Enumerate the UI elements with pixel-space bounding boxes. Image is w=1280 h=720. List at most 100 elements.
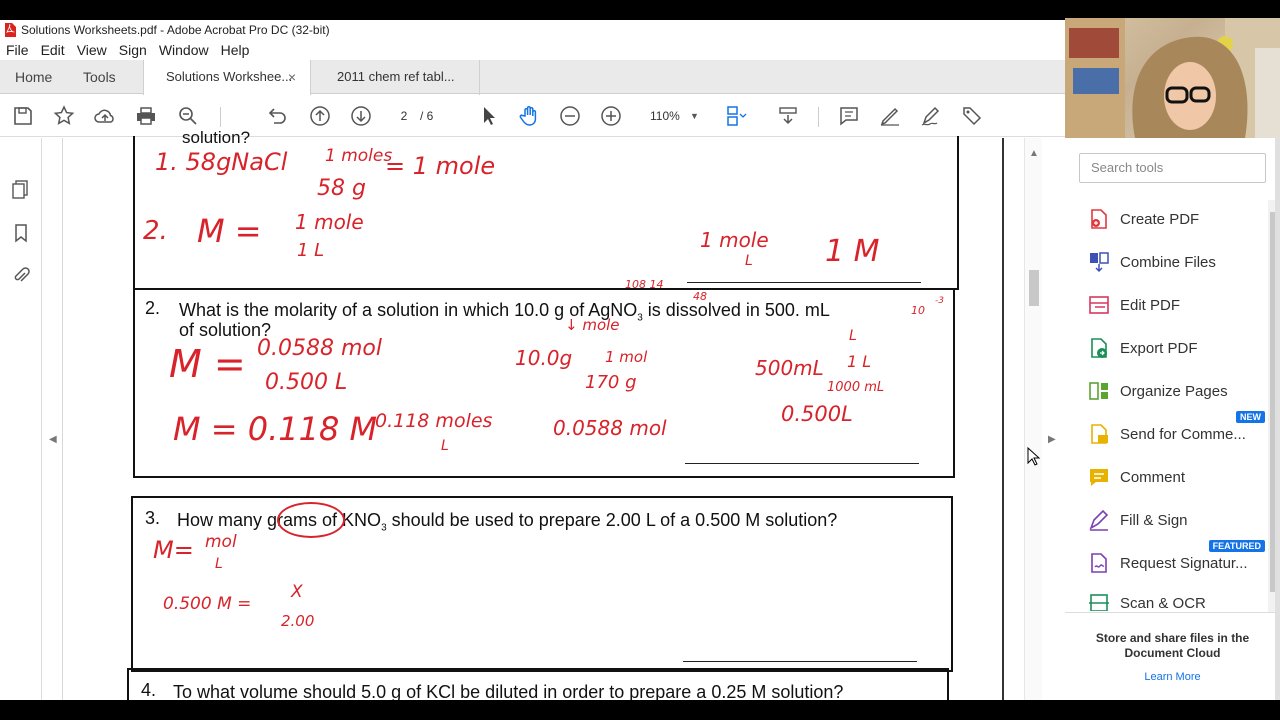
- question-2-text: What is the molarity of a solution in wh…: [179, 300, 830, 324]
- handwriting: 170 g: [585, 372, 637, 393]
- menu-sign[interactable]: Sign: [113, 42, 153, 58]
- hand-tool-icon[interactable]: [517, 104, 541, 128]
- handwriting: L: [215, 556, 223, 572]
- tab-home[interactable]: Home: [15, 60, 52, 94]
- answer-line: [683, 661, 917, 662]
- title-bar: Solutions Worksheets.pdf - Adobe Acrobat…: [0, 20, 1065, 40]
- handwriting: 0.118 moles: [375, 410, 493, 432]
- document-cloud-promo: Store and share files in the Document Cl…: [1065, 612, 1280, 700]
- fill-sign-icon: [1089, 509, 1109, 531]
- tool-label: Export PDF: [1120, 339, 1198, 357]
- scrollbar-thumb[interactable]: [1029, 270, 1039, 306]
- zoom-in-icon[interactable]: [599, 104, 623, 128]
- question-2-number: 2.: [145, 298, 161, 318]
- menu-edit[interactable]: Edit: [35, 42, 71, 58]
- handwriting: 108 14: [625, 278, 664, 291]
- answer-line: [685, 463, 919, 464]
- handwriting: 0.0588 mol: [553, 416, 667, 440]
- bookmark-icon[interactable]: [10, 222, 32, 244]
- highlight-pen-icon[interactable]: [878, 104, 902, 128]
- scroll-mode-icon[interactable]: [776, 104, 800, 128]
- collapse-left-panel-icon[interactable]: ◀: [49, 434, 57, 445]
- expand-right-panel-icon[interactable]: ▶: [1048, 434, 1056, 445]
- handwriting: 1 L: [297, 240, 325, 261]
- handwriting: 1 moles: [325, 146, 393, 166]
- tab-bar: Home Tools Solutions Workshee... × 2011 …: [0, 60, 1065, 95]
- tool-comment[interactable]: Comment: [1087, 462, 1267, 492]
- handwriting: -3: [935, 296, 944, 306]
- toolbar: 2 / 6 110% ▼: [0, 95, 1065, 137]
- window-edge-scrollbar: [1275, 138, 1280, 700]
- tab-label: 2011 chem ref tabl...: [337, 69, 455, 84]
- menu-window[interactable]: Window: [153, 42, 215, 58]
- tool-scan-ocr[interactable]: Scan & OCR: [1087, 591, 1267, 611]
- rotate-icon[interactable]: [265, 104, 289, 128]
- scroll-up-icon[interactable]: ▲: [1029, 148, 1039, 159]
- sign-pen-icon[interactable]: [919, 104, 943, 128]
- tool-organize-pages[interactable]: Organize Pages: [1087, 376, 1267, 406]
- tool-fill-sign[interactable]: Fill & Sign: [1087, 505, 1267, 535]
- webcam-overlay: [1065, 18, 1280, 138]
- export-pdf-icon: [1091, 338, 1107, 358]
- pdf-page: solution? 1. 58gNaCl 1 moles 58 g = 1 mo…: [62, 128, 1004, 700]
- handwriting: ↓ mole: [565, 316, 620, 334]
- page-number-input[interactable]: 2: [390, 105, 418, 127]
- zoom-dropdown[interactable]: 110% ▼: [640, 105, 704, 127]
- tool-send-for-comments[interactable]: Send for Comme... NEW: [1087, 411, 1267, 449]
- share-tag-icon[interactable]: [960, 104, 984, 128]
- next-page-icon[interactable]: [349, 104, 373, 128]
- handwriting: 2.: [143, 216, 168, 246]
- search-tools-input[interactable]: Search tools: [1079, 153, 1266, 183]
- page-display-icon[interactable]: [724, 104, 748, 128]
- select-cursor-icon[interactable]: [477, 104, 501, 128]
- handwriting-circle: [277, 502, 345, 538]
- new-badge: NEW: [1236, 411, 1265, 423]
- tool-request-signatures[interactable]: Request Signatur... FEATURED: [1087, 540, 1267, 578]
- zoom-search-icon[interactable]: [176, 104, 200, 128]
- tool-create-pdf[interactable]: Create PDF: [1087, 204, 1267, 234]
- question-box-4: 4. To what volume should 5.0 g of KCl be…: [127, 668, 949, 700]
- comment-icon[interactable]: [837, 104, 861, 128]
- handwriting: 1. 58gNaCl: [155, 148, 288, 176]
- tab-solutions-worksheets[interactable]: Solutions Workshee... ×: [143, 60, 311, 95]
- tools-panel: Search tools Create PDF Combine Files Ed…: [1065, 138, 1280, 700]
- tool-combine-files[interactable]: Combine Files: [1087, 247, 1267, 277]
- handwriting: 58 g: [317, 176, 366, 201]
- handwriting: 1 mole: [295, 210, 364, 234]
- zoom-out-icon[interactable]: [558, 104, 582, 128]
- menu-file[interactable]: File: [0, 42, 35, 58]
- document-view[interactable]: ◀ ▶ solution? 1. 58gNaCl 1 moles 58 g = …: [42, 128, 1065, 700]
- previous-page-icon[interactable]: [308, 104, 332, 128]
- tool-label: Comment: [1120, 468, 1186, 486]
- comment-tool-icon: [1090, 469, 1108, 486]
- organize-pages-icon: [1089, 382, 1108, 400]
- window-title: Solutions Worksheets.pdf - Adobe Acrobat…: [21, 23, 330, 37]
- page-thumbnails-icon[interactable]: [10, 178, 32, 200]
- menu-view[interactable]: View: [71, 42, 113, 58]
- tool-export-pdf[interactable]: Export PDF: [1087, 333, 1267, 363]
- pdf-file-icon: [5, 23, 16, 37]
- learn-more-link[interactable]: Learn More: [1065, 671, 1280, 683]
- scan-ocr-icon: [1089, 594, 1109, 611]
- print-icon[interactable]: [134, 104, 158, 128]
- screen: Solutions Worksheets.pdf - Adobe Acrobat…: [0, 0, 1280, 720]
- document-scrollbar[interactable]: ▲ ▼: [1024, 138, 1042, 700]
- webcam-person-image: [1065, 18, 1280, 138]
- tab-close-icon[interactable]: ×: [288, 60, 296, 94]
- tab-tools[interactable]: Tools: [83, 60, 116, 94]
- handwriting: 0.500L: [781, 402, 853, 426]
- send-for-comments-icon: [1091, 424, 1108, 444]
- menu-help[interactable]: Help: [215, 42, 256, 58]
- combine-files-icon: [1090, 252, 1109, 273]
- tab-chem-ref-table[interactable]: 2011 chem ref tabl...: [311, 60, 480, 95]
- request-signature-icon: [1091, 553, 1107, 573]
- handwriting: M =: [197, 212, 262, 250]
- save-icon[interactable]: [11, 104, 35, 128]
- chevron-down-icon: ▼: [690, 111, 699, 121]
- attachment-icon[interactable]: [10, 265, 32, 287]
- tool-edit-pdf[interactable]: Edit PDF: [1087, 290, 1267, 320]
- upload-cloud-icon[interactable]: [93, 104, 117, 128]
- star-icon[interactable]: [52, 104, 76, 128]
- mouse-cursor-icon: [1027, 447, 1041, 466]
- handwriting: 48: [693, 290, 707, 303]
